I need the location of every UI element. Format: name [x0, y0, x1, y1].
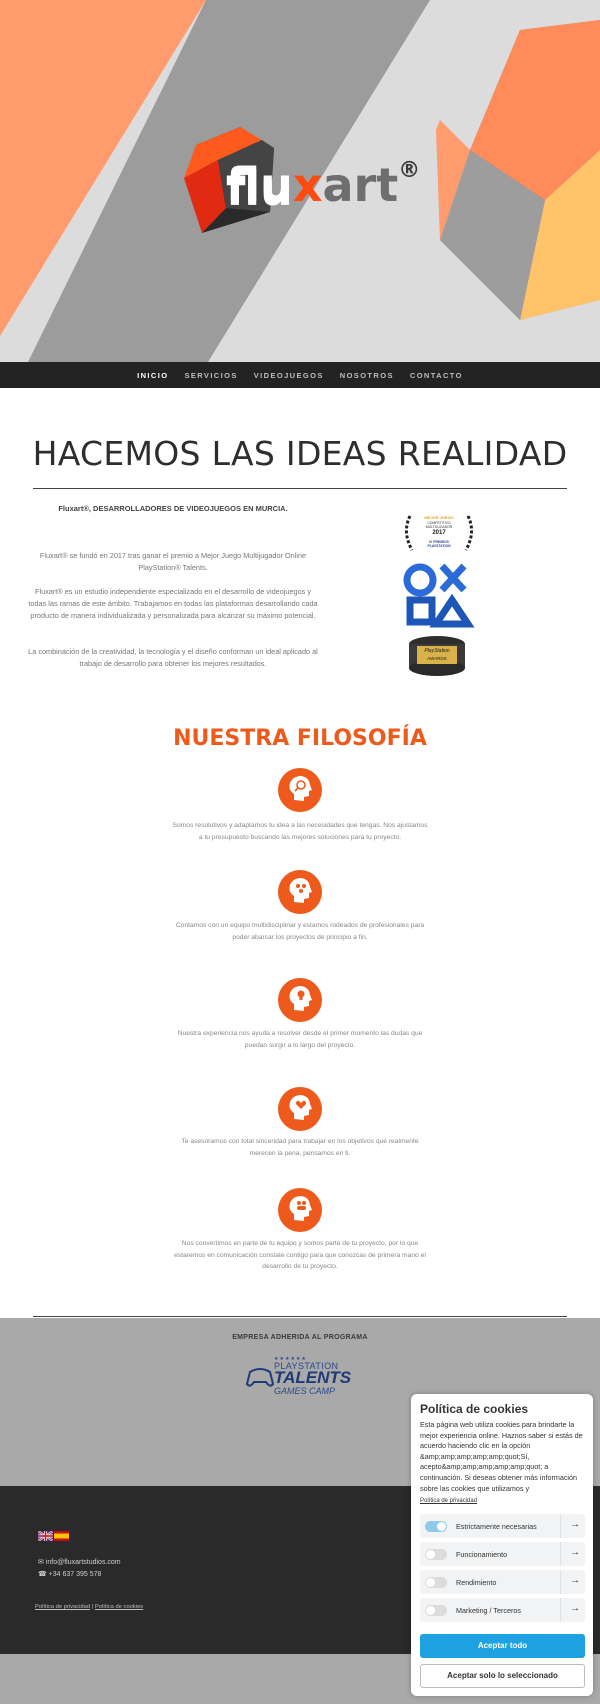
philosophy-title: NUESTRA FILOSOFÍA	[173, 726, 427, 751]
playstation-talents-logo[interactable]: ★★★★★★ PLAYSTATION TALENTS GAMES CAMP	[244, 1356, 359, 1398]
arrow-right-icon[interactable]: →	[570, 1547, 580, 1558]
laurel-line-3: MULTIJUGADOR	[425, 525, 453, 529]
cookie-row-necessary[interactable]: Estrictamente necesarias →	[420, 1514, 585, 1538]
uk-flag-icon[interactable]	[38, 1531, 53, 1541]
intro-paragraph-3: La combinación de la creatividad, la tec…	[28, 647, 318, 668]
arrow-right-icon[interactable]: →	[570, 1519, 580, 1530]
laurel-year: 2017	[432, 530, 446, 536]
toggle-necessary[interactable]	[425, 1521, 447, 1532]
contact-phone-text: +34 637 395 578	[48, 1571, 102, 1578]
logo-word-suffix: art	[322, 158, 399, 212]
cookie-row-label: Estrictamente necesarias	[456, 1522, 537, 1531]
plate-line-2: AWARDS	[427, 656, 447, 661]
cookie-consent-panel: Política de cookies Esta página web util…	[411, 1394, 593, 1696]
footer-divider	[33, 1316, 567, 1317]
logo-wordmark: fluxart®	[226, 158, 420, 212]
phone-icon: ☎	[38, 1571, 49, 1578]
plate-line-1: PlayStation	[424, 648, 450, 654]
mail-icon: ✉	[38, 1559, 46, 1566]
head-team-icon	[278, 870, 322, 914]
logo-word-x: x	[292, 158, 323, 212]
intro-heading: Fluxart®, DESARROLLADORES DE VIDEOJUEGOS…	[58, 504, 288, 513]
footer-cookies-link[interactable]: Política de cookies	[95, 1604, 143, 1610]
footer-links: Política de privacidad | Política de coo…	[35, 1604, 143, 1610]
logo-word-prefix: flu	[226, 158, 293, 212]
cookie-row-functional[interactable]: Funcionamiento →	[420, 1542, 585, 1566]
award-statue: PlayStation AWARDS	[398, 560, 476, 676]
toggle-functional[interactable]	[425, 1549, 447, 1560]
nav-item-videojuegos[interactable]: VIDEOJUEGOS	[254, 371, 324, 380]
spain-flag-icon[interactable]	[54, 1531, 69, 1541]
head-idea-icon	[278, 978, 322, 1022]
toggle-performance[interactable]	[425, 1577, 447, 1588]
cookie-row-label: Marketing / Terceros	[456, 1606, 521, 1615]
contact-phone[interactable]: ☎ +34 637 395 578	[38, 1570, 101, 1578]
contact-email[interactable]: ✉ info@fluxartstudios.com	[38, 1558, 121, 1566]
laurel-footer-2: PLAYSTATION	[427, 544, 451, 548]
accept-selected-button[interactable]: Aceptar solo lo seleccionado	[420, 1664, 585, 1688]
cookie-title: Política de cookies	[420, 1402, 529, 1416]
nav-item-contacto[interactable]: CONTACTO	[410, 371, 463, 380]
cookie-row-label: Rendimiento	[456, 1578, 497, 1587]
headline-divider	[33, 488, 567, 489]
award-laurel-badge: MEJOR JUEGO COMPETITIVO MULTIJUGADOR 201…	[400, 512, 478, 556]
toggle-marketing[interactable]	[425, 1605, 447, 1616]
laurel-line-1: MEJOR JUEGO	[424, 515, 454, 520]
page-headline: HACEMOS LAS IDEAS REALIDAD	[32, 434, 568, 473]
nav-item-inicio[interactable]: INICIO	[137, 371, 168, 380]
philosophy-text-4: Te asesoramos con total sinceridad para …	[181, 1138, 419, 1157]
logo-registered-mark: ®	[398, 158, 421, 183]
intro-paragraph-1: Fluxart® se fundó en 2017 tras ganar el …	[39, 551, 307, 572]
program-logo-line-3: GAMES CAMP	[274, 1386, 336, 1396]
contact-email-text: info@fluxartstudios.com	[45, 1559, 121, 1566]
cookie-row-marketing[interactable]: Marketing / Terceros →	[420, 1598, 585, 1622]
head-search-icon	[278, 768, 322, 812]
footer-privacy-link[interactable]: Política de privacidad	[35, 1604, 90, 1610]
hero-banner: flu fluxart®	[0, 0, 600, 362]
nav-item-nosotros[interactable]: NOSOTROS	[340, 371, 394, 380]
nav-item-servicios[interactable]: SERVICIOS	[184, 371, 237, 380]
program-label: EMPRESA ADHERIDA AL PROGRAMA	[232, 1334, 368, 1341]
head-people-icon	[278, 1188, 322, 1232]
cookie-row-label: Funcionamiento	[456, 1550, 508, 1559]
accept-all-button[interactable]: Aceptar todo	[420, 1634, 585, 1658]
head-heart-icon	[278, 1087, 322, 1131]
cookie-policy-link[interactable]: Política de privacidad	[420, 1498, 477, 1504]
arrow-right-icon[interactable]: →	[570, 1603, 580, 1614]
arrow-right-icon[interactable]: →	[570, 1575, 580, 1586]
intro-paragraph-2: Fluxart® es un estudio independiente esp…	[28, 587, 318, 620]
philosophy-text-3: Nuestra experiencia nos ayuda a resolver…	[177, 1030, 423, 1049]
philosophy-text-2: Contamos con un equipo multidisciplinar …	[175, 922, 425, 941]
main-nav: INICIO SERVICIOS VIDEOJUEGOS NOSOTROS CO…	[0, 362, 600, 388]
philosophy-text-1: Somos resolutivos y adaptamos tu idea a …	[172, 822, 428, 841]
philosophy-text-5: Nos convertimos en parte de tu equipo y …	[174, 1240, 426, 1270]
gamepad-icon	[246, 1368, 274, 1387]
program-logo-line-2: TALENTS	[274, 1368, 352, 1387]
cookie-body: Esta página web utiliza cookies para bri…	[420, 1420, 583, 1493]
footer-link-separator: |	[91, 1604, 94, 1610]
cookie-row-performance[interactable]: Rendimiento →	[420, 1570, 585, 1594]
